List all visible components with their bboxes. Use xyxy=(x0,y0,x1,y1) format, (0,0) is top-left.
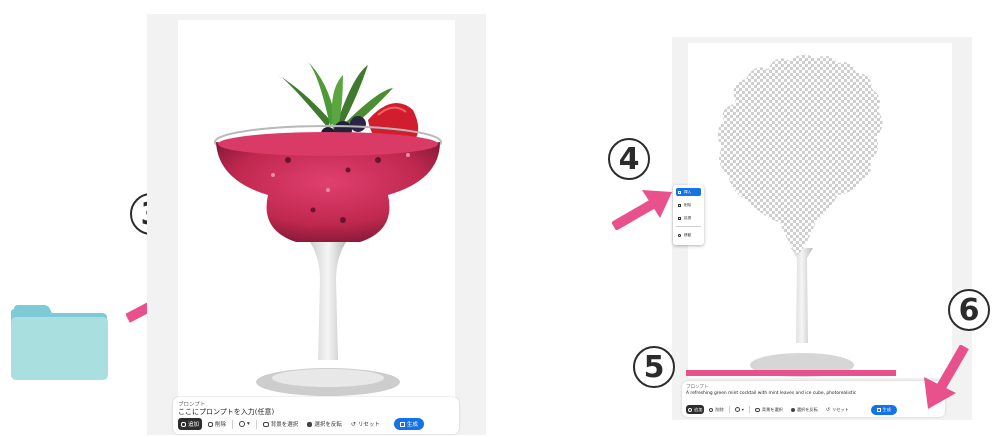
select-background-button[interactable]: 背景を選択 xyxy=(754,406,783,413)
menu-divider xyxy=(676,226,701,227)
generate-button[interactable]: 生成 xyxy=(870,404,897,415)
select-background-label: 背景を選択 xyxy=(761,406,783,412)
prompt-input[interactable]: A refreshing green mint cocktail with mi… xyxy=(686,391,856,396)
reset-label: リセット xyxy=(832,406,849,412)
prompt-label: プロンプト xyxy=(686,385,709,390)
reset-label: リセット xyxy=(357,422,380,428)
insert-tool-button[interactable]: 追加 xyxy=(686,405,705,414)
left-image-canvas[interactable] xyxy=(178,20,455,398)
reset-icon: ↺ xyxy=(350,420,356,428)
move-icon xyxy=(678,233,681,237)
brush-remove-icon xyxy=(208,421,214,427)
insert-icon xyxy=(678,190,681,194)
reset-button[interactable]: ↺ リセット xyxy=(350,420,380,429)
arrow-to-menu xyxy=(612,190,672,230)
brush-add-icon xyxy=(181,421,186,427)
remove-tool-button[interactable]: 削除 xyxy=(709,406,724,413)
step-6-badge: 6 xyxy=(948,289,990,331)
brush-remove-icon xyxy=(709,407,714,412)
step-5-badge: 5 xyxy=(633,346,675,388)
generate-button[interactable]: 生成 xyxy=(393,418,424,430)
menu-item-insert[interactable]: 挿入 xyxy=(676,188,701,196)
select-background-icon xyxy=(262,421,269,427)
generate-label: 生成 xyxy=(882,406,891,412)
arrow-to-generate xyxy=(924,345,969,409)
cocktail-image xyxy=(214,60,442,396)
insert-tool-label: 追加 xyxy=(694,406,703,412)
invert-selection-button[interactable]: 選択を反転 xyxy=(307,420,342,428)
brush-size-icon xyxy=(239,421,246,427)
reset-button[interactable]: ↺ リセット xyxy=(826,407,849,413)
brush-size-dropdown[interactable]: ▾ xyxy=(239,421,250,427)
masked-cocktail-image xyxy=(717,54,883,377)
menu-item-expand[interactable]: 拡張 xyxy=(676,214,701,222)
mask-tool-menu: 挿入 削除 拡張 移動 xyxy=(673,185,704,245)
insert-tool-button[interactable]: 追加 xyxy=(178,418,203,430)
right-prompt-bar: プロンプト A refreshing green mint cocktail w… xyxy=(682,381,945,417)
remove-tool-label: 削除 xyxy=(215,422,227,428)
menu-item-move[interactable]: 移動 xyxy=(676,231,701,239)
chevron-down-icon: ▾ xyxy=(741,407,744,412)
prompt-highlight-line xyxy=(686,370,896,376)
divider xyxy=(255,419,257,429)
invert-selection-label: 選択を反転 xyxy=(314,422,342,428)
reset-icon: ↺ xyxy=(825,406,830,413)
invert-selection-icon xyxy=(790,407,795,412)
brush-size-icon xyxy=(734,407,740,412)
expand-icon xyxy=(678,216,681,220)
menu-item-label: 削除 xyxy=(684,202,692,207)
divider xyxy=(728,406,730,413)
menu-item-remove[interactable]: 削除 xyxy=(676,201,701,209)
generate-label: 生成 xyxy=(406,422,418,428)
menu-item-label: 拡張 xyxy=(684,215,692,220)
right-image-canvas[interactable] xyxy=(688,43,952,378)
generate-icon xyxy=(876,407,881,412)
select-background-label: 背景を選択 xyxy=(270,422,299,428)
invert-selection-icon xyxy=(307,421,313,427)
invert-selection-label: 選択を反転 xyxy=(796,406,818,412)
prompt-input[interactable]: ここにプロンプトを入力(任意) xyxy=(178,407,274,417)
folder-icon[interactable] xyxy=(10,305,108,380)
remove-tool-button[interactable]: 削除 xyxy=(208,420,226,428)
chevron-down-icon: ▾ xyxy=(247,421,250,427)
divider xyxy=(748,406,750,413)
brush-add-icon xyxy=(688,407,692,412)
divider xyxy=(232,419,234,429)
generate-icon xyxy=(399,421,405,427)
remove-icon xyxy=(678,203,681,207)
remove-tool-label: 削除 xyxy=(715,406,724,412)
step-4-badge: 4 xyxy=(608,138,650,180)
menu-item-label: 移動 xyxy=(684,232,692,237)
brush-size-dropdown[interactable]: ▾ xyxy=(734,407,744,412)
select-background-icon xyxy=(754,407,760,412)
insert-tool-label: 追加 xyxy=(188,422,200,428)
select-background-button[interactable]: 背景を選択 xyxy=(262,420,299,428)
invert-selection-button[interactable]: 選択を反転 xyxy=(790,406,818,413)
menu-item-label: 挿入 xyxy=(684,189,692,194)
left-prompt-bar: プロンプト ここにプロンプトを入力(任意) 追加 削除 ▾ 背景を選択 選択を反… xyxy=(173,397,459,434)
